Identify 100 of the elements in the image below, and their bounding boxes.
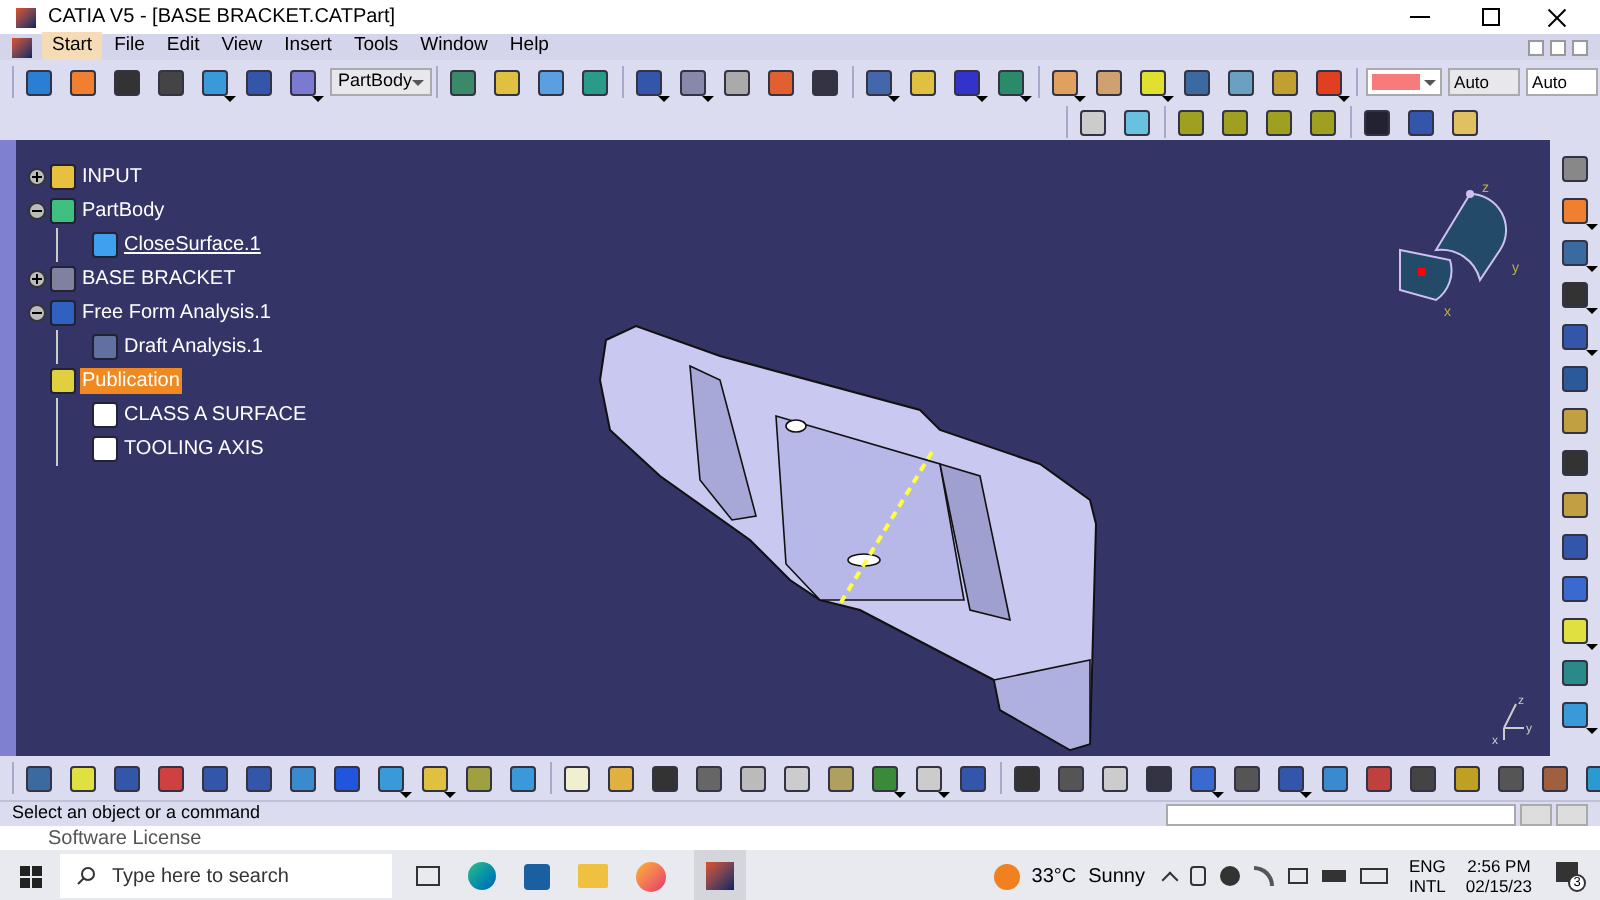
tool-icon[interactable] bbox=[242, 762, 274, 794]
tree-node-label[interactable]: Draft Analysis.1 bbox=[122, 334, 265, 360]
tool-icon[interactable] bbox=[1559, 488, 1591, 520]
tool-icon[interactable] bbox=[736, 762, 768, 794]
tool-icon[interactable] bbox=[862, 66, 895, 98]
tool-icon[interactable] bbox=[648, 762, 680, 794]
document-restore-icon[interactable] bbox=[1550, 39, 1566, 55]
maximize-icon[interactable] bbox=[1482, 8, 1500, 26]
tool-icon[interactable] bbox=[1010, 762, 1042, 794]
tool-icon[interactable] bbox=[506, 762, 538, 794]
tool-icon[interactable] bbox=[1559, 530, 1591, 562]
tool-icon[interactable] bbox=[1494, 762, 1526, 794]
tool-icon[interactable] bbox=[1538, 762, 1570, 794]
tool-icon[interactable] bbox=[824, 762, 856, 794]
tool-icon[interactable] bbox=[604, 762, 636, 794]
tool-icon[interactable] bbox=[1362, 762, 1394, 794]
tool-icon[interactable] bbox=[490, 66, 523, 98]
tool-icon[interactable] bbox=[1230, 762, 1262, 794]
tool-icon[interactable] bbox=[632, 66, 665, 98]
tool-icon[interactable] bbox=[1312, 66, 1345, 98]
wifi-icon[interactable] bbox=[1254, 866, 1275, 886]
tree-node-label[interactable]: BASE BRACKET bbox=[80, 266, 238, 292]
tool-icon[interactable] bbox=[578, 66, 611, 98]
document-close-icon[interactable] bbox=[1572, 39, 1588, 55]
tool-icon[interactable] bbox=[462, 762, 494, 794]
tool-icon[interactable] bbox=[154, 66, 186, 98]
tool-icon[interactable] bbox=[22, 762, 54, 794]
expand-toggle-icon[interactable] bbox=[28, 270, 46, 288]
menu-item[interactable]: Help bbox=[499, 32, 559, 62]
clock-time[interactable]: 2:56 PM bbox=[1467, 856, 1531, 876]
tool-icon[interactable] bbox=[676, 66, 709, 98]
tool-icon[interactable] bbox=[1076, 106, 1108, 138]
menu-item[interactable]: Tools bbox=[343, 32, 409, 62]
tool-icon[interactable] bbox=[286, 762, 318, 794]
tool-icon[interactable] bbox=[1318, 762, 1350, 794]
weather-condition[interactable]: Sunny bbox=[1088, 861, 1145, 891]
tool-icon[interactable] bbox=[1559, 278, 1591, 310]
tree-node-label[interactable]: Free Form Analysis.1 bbox=[80, 300, 273, 326]
tool-icon[interactable] bbox=[1559, 362, 1591, 394]
tool-icon[interactable] bbox=[1174, 106, 1206, 138]
tool-icon[interactable] bbox=[1262, 106, 1294, 138]
tool-icon[interactable] bbox=[720, 66, 753, 98]
menu-item[interactable]: File bbox=[104, 32, 155, 62]
tool-icon[interactable] bbox=[198, 66, 230, 98]
clock-date[interactable]: 02/15/23 bbox=[1465, 876, 1532, 896]
body-select[interactable]: PartBody bbox=[330, 68, 433, 96]
temperature[interactable]: 33°C bbox=[1031, 861, 1077, 891]
input-language[interactable]: ENG bbox=[1408, 856, 1446, 876]
tool-icon[interactable] bbox=[1406, 762, 1438, 794]
browser-icon[interactable] bbox=[468, 862, 496, 890]
tool-icon[interactable] bbox=[534, 66, 567, 98]
tool-icon[interactable] bbox=[110, 762, 142, 794]
tool-icon[interactable] bbox=[1120, 106, 1152, 138]
bracket-part-drawing[interactable] bbox=[599, 324, 1097, 752]
tool-icon[interactable] bbox=[1559, 236, 1591, 268]
tool-icon[interactable] bbox=[808, 66, 841, 98]
tool-icon[interactable] bbox=[22, 66, 54, 98]
menu-item[interactable]: Window bbox=[410, 32, 498, 62]
tool-icon[interactable] bbox=[154, 762, 186, 794]
tool-icon[interactable] bbox=[1092, 66, 1125, 98]
tool-icon[interactable] bbox=[1559, 698, 1591, 730]
tree-node-label[interactable]: TOOLING AXIS bbox=[122, 436, 266, 462]
notification-icon[interactable] bbox=[1556, 862, 1578, 882]
tool-icon[interactable] bbox=[1218, 106, 1250, 138]
command-input-field[interactable] bbox=[1166, 803, 1516, 825]
color-select[interactable] bbox=[1366, 68, 1443, 96]
tool-icon[interactable] bbox=[66, 762, 98, 794]
thickness-select[interactable]: Auto bbox=[1526, 68, 1599, 96]
app-taskbar-button[interactable] bbox=[694, 850, 746, 900]
tool-icon[interactable] bbox=[1360, 106, 1392, 138]
tool-icon[interactable] bbox=[1559, 320, 1591, 352]
tree-node-label[interactable]: PartBody bbox=[80, 198, 167, 224]
tree-scrollbar[interactable] bbox=[0, 140, 16, 756]
tree-node-label[interactable]: CloseSurface.1 bbox=[122, 232, 263, 258]
tool-icon[interactable] bbox=[286, 66, 318, 98]
battery-icon[interactable] bbox=[1322, 870, 1347, 882]
menu-item[interactable]: Edit bbox=[156, 32, 210, 62]
collapse-toggle-icon[interactable] bbox=[28, 304, 46, 322]
tool-icon[interactable] bbox=[1559, 404, 1591, 436]
store-icon[interactable] bbox=[524, 863, 550, 889]
browser-icon[interactable] bbox=[636, 861, 666, 891]
tool-icon[interactable] bbox=[1559, 656, 1591, 688]
tool-icon[interactable] bbox=[1559, 152, 1591, 184]
menu-item[interactable]: View bbox=[211, 32, 273, 62]
document-minimize-icon[interactable] bbox=[1528, 39, 1544, 55]
tool-icon[interactable] bbox=[780, 762, 812, 794]
tool-icon[interactable] bbox=[330, 762, 362, 794]
tool-icon[interactable] bbox=[1180, 66, 1213, 98]
tool-icon[interactable] bbox=[1306, 106, 1338, 138]
menu-item[interactable]: Start bbox=[42, 32, 103, 62]
tool-icon[interactable] bbox=[1404, 106, 1436, 138]
tool-icon[interactable] bbox=[110, 66, 142, 98]
tool-icon[interactable] bbox=[446, 66, 479, 98]
tool-icon[interactable] bbox=[1559, 194, 1591, 226]
tool-icon[interactable] bbox=[1448, 106, 1480, 138]
linetype-select[interactable]: Auto bbox=[1448, 68, 1521, 96]
tool-icon[interactable] bbox=[1268, 66, 1301, 98]
tool-icon[interactable] bbox=[1450, 762, 1482, 794]
collapse-toggle-icon[interactable] bbox=[28, 202, 46, 220]
tool-icon[interactable] bbox=[950, 66, 983, 98]
